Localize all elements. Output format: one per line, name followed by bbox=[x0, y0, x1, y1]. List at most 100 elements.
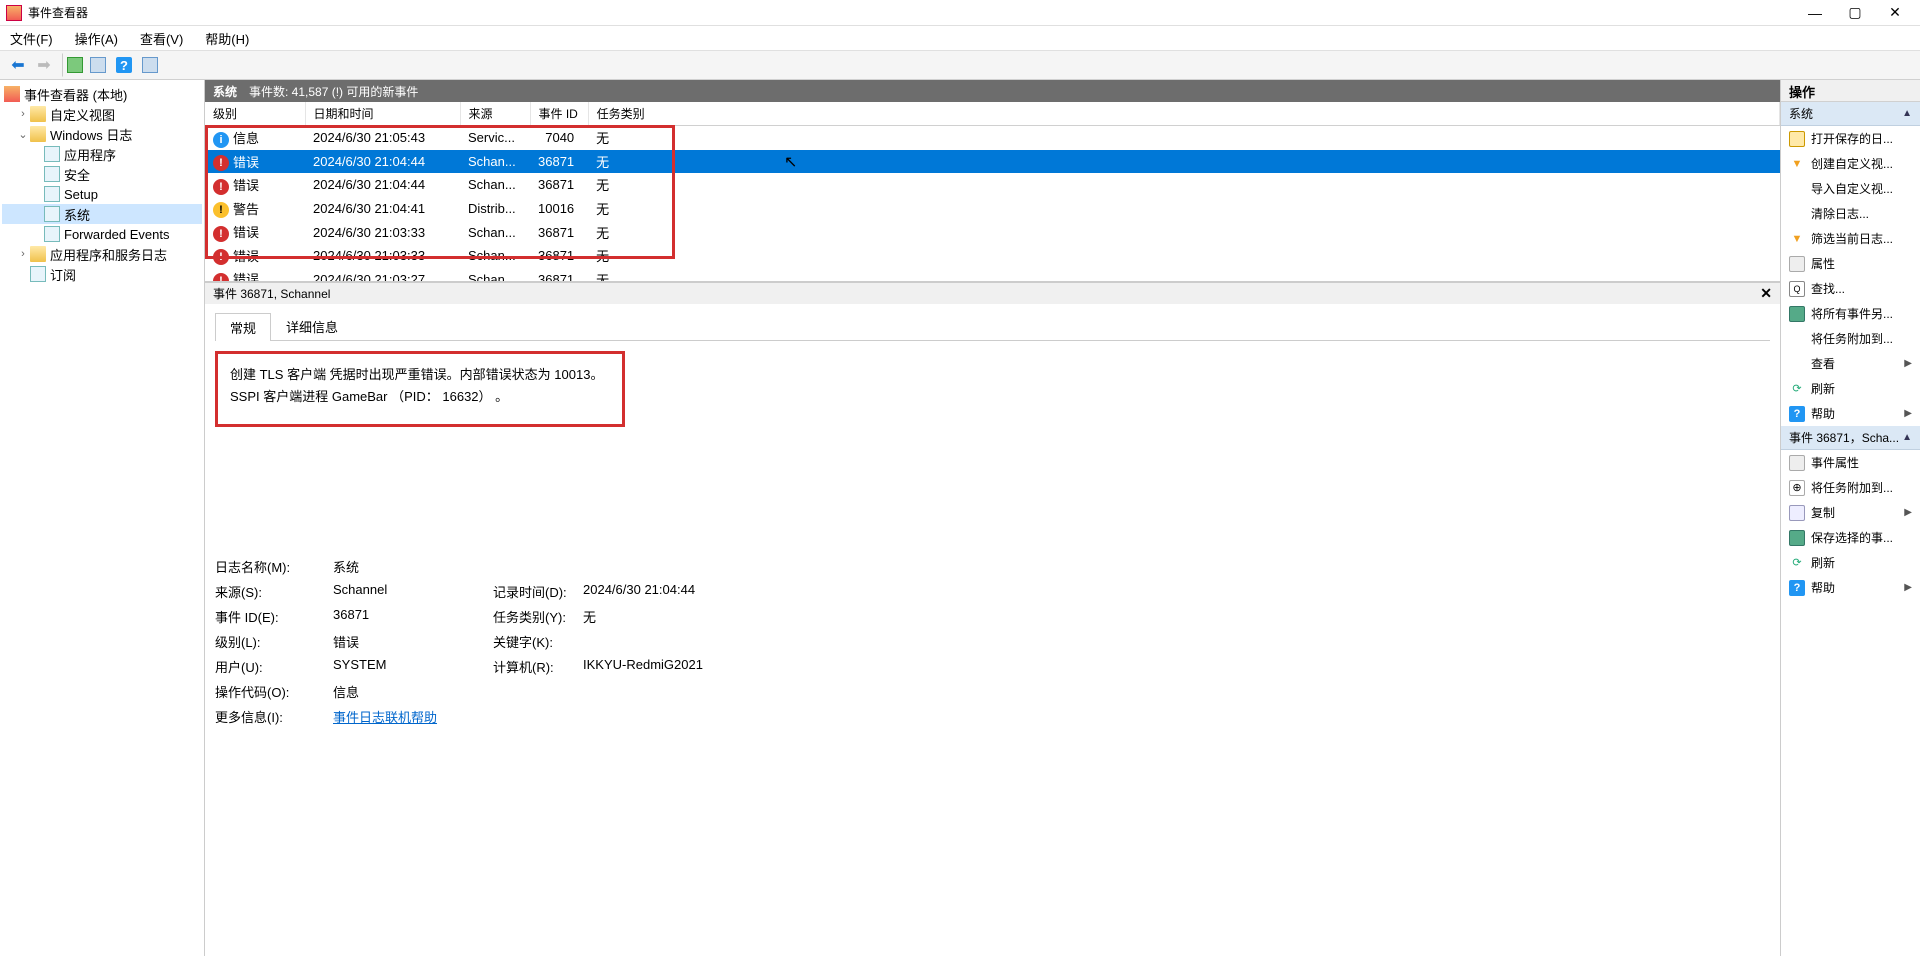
actions-pane: 操作 系统▲ 打开保存的日... ▼创建自定义视... 导入自定义视... 清除… bbox=[1780, 80, 1920, 956]
action-view[interactable]: 查看▶ bbox=[1781, 351, 1920, 376]
error-icon: ! bbox=[213, 179, 229, 195]
event-viewer-icon bbox=[4, 86, 20, 102]
event-description: 创建 TLS 客户端 凭据时出现严重错误。内部错误状态为 10013。 SSPI… bbox=[215, 351, 625, 427]
copy-icon bbox=[1789, 505, 1805, 521]
menu-help[interactable]: 帮助(H) bbox=[201, 27, 253, 50]
error-icon: ! bbox=[213, 273, 229, 282]
collapse-icon: ▲ bbox=[1902, 432, 1912, 443]
detail-tabs: 常规 详细信息 bbox=[215, 312, 1770, 341]
action-icon bbox=[67, 57, 83, 73]
chevron-right-icon: ▶ bbox=[1904, 358, 1912, 369]
event-row[interactable]: !错误2024/6/30 21:03:33Schan...36871无 bbox=[205, 220, 1780, 244]
event-row[interactable]: !错误2024/6/30 21:03:27Schan...36871无 bbox=[205, 267, 1780, 282]
subscription-icon bbox=[30, 266, 46, 282]
tree-forwarded[interactable]: Forwarded Events bbox=[2, 224, 202, 244]
actions-section-event[interactable]: 事件 36871，Scha...▲ bbox=[1781, 426, 1920, 450]
tree-root[interactable]: 事件查看器 (本地) bbox=[2, 84, 202, 104]
col-source[interactable]: 来源 bbox=[460, 102, 530, 126]
col-level[interactable]: 级别 bbox=[205, 102, 305, 126]
event-properties-grid: 日志名称(M):系统 来源(S):Schannel记录时间(D):2024/6/… bbox=[215, 557, 1770, 726]
arrow-left-icon: ⬅ bbox=[11, 55, 24, 75]
error-icon: ! bbox=[213, 249, 229, 265]
tree-windows-logs[interactable]: ⌄Windows 日志 bbox=[2, 124, 202, 144]
col-eventid[interactable]: 事件 ID bbox=[530, 102, 588, 126]
window-title: 事件查看器 bbox=[28, 4, 1806, 21]
maximize-button[interactable]: ▢ bbox=[1846, 4, 1864, 22]
chevron-right-icon: ▶ bbox=[1904, 408, 1912, 419]
expand-icon: › bbox=[16, 108, 30, 120]
action-help2[interactable]: ?帮助▶ bbox=[1781, 575, 1920, 600]
actions-section-system[interactable]: 系统▲ bbox=[1781, 102, 1920, 126]
event-row[interactable]: i信息2024/6/30 21:05:43Servic...7040无 bbox=[205, 126, 1780, 150]
error-icon: ! bbox=[213, 226, 229, 242]
action-attach-task2[interactable]: ⊕将任务附加到... bbox=[1781, 475, 1920, 500]
toolbar-action3[interactable] bbox=[138, 53, 162, 77]
view-icon bbox=[1789, 356, 1805, 372]
tree-subscriptions[interactable]: 订阅 bbox=[2, 264, 202, 284]
properties-icon bbox=[1789, 455, 1805, 471]
event-row[interactable]: !错误2024/6/30 21:03:33Schan...36871无 bbox=[205, 244, 1780, 268]
close-button[interactable]: ✕ bbox=[1886, 4, 1904, 22]
toolbar: ⬅ ➡ ? bbox=[0, 50, 1920, 80]
menu-action[interactable]: 操作(A) bbox=[71, 27, 122, 50]
toolbar-action2[interactable] bbox=[86, 53, 110, 77]
log-icon bbox=[44, 206, 60, 222]
tree-setup[interactable]: Setup bbox=[2, 184, 202, 204]
tree-application[interactable]: 应用程序 bbox=[2, 144, 202, 164]
folder-icon bbox=[30, 246, 46, 262]
action-refresh[interactable]: ⟳刷新 bbox=[1781, 376, 1920, 401]
action-attach-task[interactable]: 将任务附加到... bbox=[1781, 326, 1920, 351]
task-icon bbox=[1789, 331, 1805, 347]
tree-app-services[interactable]: ›应用程序和服务日志 bbox=[2, 244, 202, 264]
expand-icon: › bbox=[16, 248, 30, 260]
nav-forward-button[interactable]: ➡ bbox=[32, 53, 56, 77]
col-datetime[interactable]: 日期和时间 bbox=[305, 102, 460, 126]
action-help[interactable]: ?帮助▶ bbox=[1781, 401, 1920, 426]
error-icon: ! bbox=[213, 155, 229, 171]
tree-security[interactable]: 安全 bbox=[2, 164, 202, 184]
event-list[interactable]: 级别 日期和时间 来源 事件 ID 任务类别 i信息2024/6/30 21:0… bbox=[205, 102, 1780, 282]
menu-bar: 文件(F) 操作(A) 查看(V) 帮助(H) bbox=[0, 26, 1920, 50]
action-event-props[interactable]: 事件属性 bbox=[1781, 450, 1920, 475]
online-help-link[interactable]: 事件日志联机帮助 bbox=[333, 710, 437, 725]
panel-icon bbox=[142, 57, 158, 73]
chevron-right-icon: ▶ bbox=[1904, 507, 1912, 518]
log-icon bbox=[44, 226, 60, 242]
action-create-custom[interactable]: ▼创建自定义视... bbox=[1781, 151, 1920, 176]
event-count: 事件数: 41,587 (!) 可用的新事件 bbox=[249, 83, 418, 100]
action-refresh2[interactable]: ⟳刷新 bbox=[1781, 550, 1920, 575]
action-filter-log[interactable]: ▼筛选当前日志... bbox=[1781, 226, 1920, 251]
filter-icon: ▼ bbox=[1789, 156, 1805, 172]
save-icon bbox=[1789, 530, 1805, 546]
collapse-icon: ⌄ bbox=[16, 128, 30, 141]
toolbar-action1[interactable] bbox=[62, 53, 84, 77]
detail-title: 事件 36871, Schannel bbox=[213, 285, 330, 302]
folder-open-icon bbox=[1789, 131, 1805, 147]
tree-system[interactable]: 系统 bbox=[2, 204, 202, 224]
action-properties[interactable]: 属性 bbox=[1781, 251, 1920, 276]
col-taskcat[interactable]: 任务类别 bbox=[588, 102, 1779, 126]
tab-details[interactable]: 详细信息 bbox=[271, 312, 353, 340]
action-open-saved[interactable]: 打开保存的日... bbox=[1781, 126, 1920, 151]
arrow-right-icon: ➡ bbox=[37, 55, 50, 75]
action-find[interactable]: Q查找... bbox=[1781, 276, 1920, 301]
action-import-custom[interactable]: 导入自定义视... bbox=[1781, 176, 1920, 201]
tree-custom-views[interactable]: ›自定义视图 bbox=[2, 104, 202, 124]
nav-back-button[interactable]: ⬅ bbox=[6, 53, 30, 77]
action-save-all[interactable]: 将所有事件另... bbox=[1781, 301, 1920, 326]
menu-file[interactable]: 文件(F) bbox=[6, 27, 57, 50]
event-row[interactable]: !警告2024/6/30 21:04:41Distrib...10016无 bbox=[205, 197, 1780, 221]
action-save-sel[interactable]: 保存选择的事... bbox=[1781, 525, 1920, 550]
action-copy[interactable]: 复制▶ bbox=[1781, 500, 1920, 525]
toolbar-help[interactable]: ? bbox=[112, 53, 136, 77]
menu-view[interactable]: 查看(V) bbox=[136, 27, 187, 50]
collapse-icon: ▲ bbox=[1902, 108, 1912, 119]
action-clear-log[interactable]: 清除日志... bbox=[1781, 201, 1920, 226]
close-details-button[interactable]: ✕ bbox=[1760, 285, 1772, 302]
tab-general[interactable]: 常规 bbox=[215, 313, 271, 341]
event-row[interactable]: !错误2024/6/30 21:04:44Schan...36871无 bbox=[205, 150, 1780, 174]
minimize-button[interactable]: — bbox=[1806, 4, 1824, 22]
app-icon bbox=[6, 5, 22, 21]
log-icon bbox=[44, 186, 60, 202]
event-row[interactable]: !错误2024/6/30 21:04:44Schan...36871无 bbox=[205, 173, 1780, 197]
